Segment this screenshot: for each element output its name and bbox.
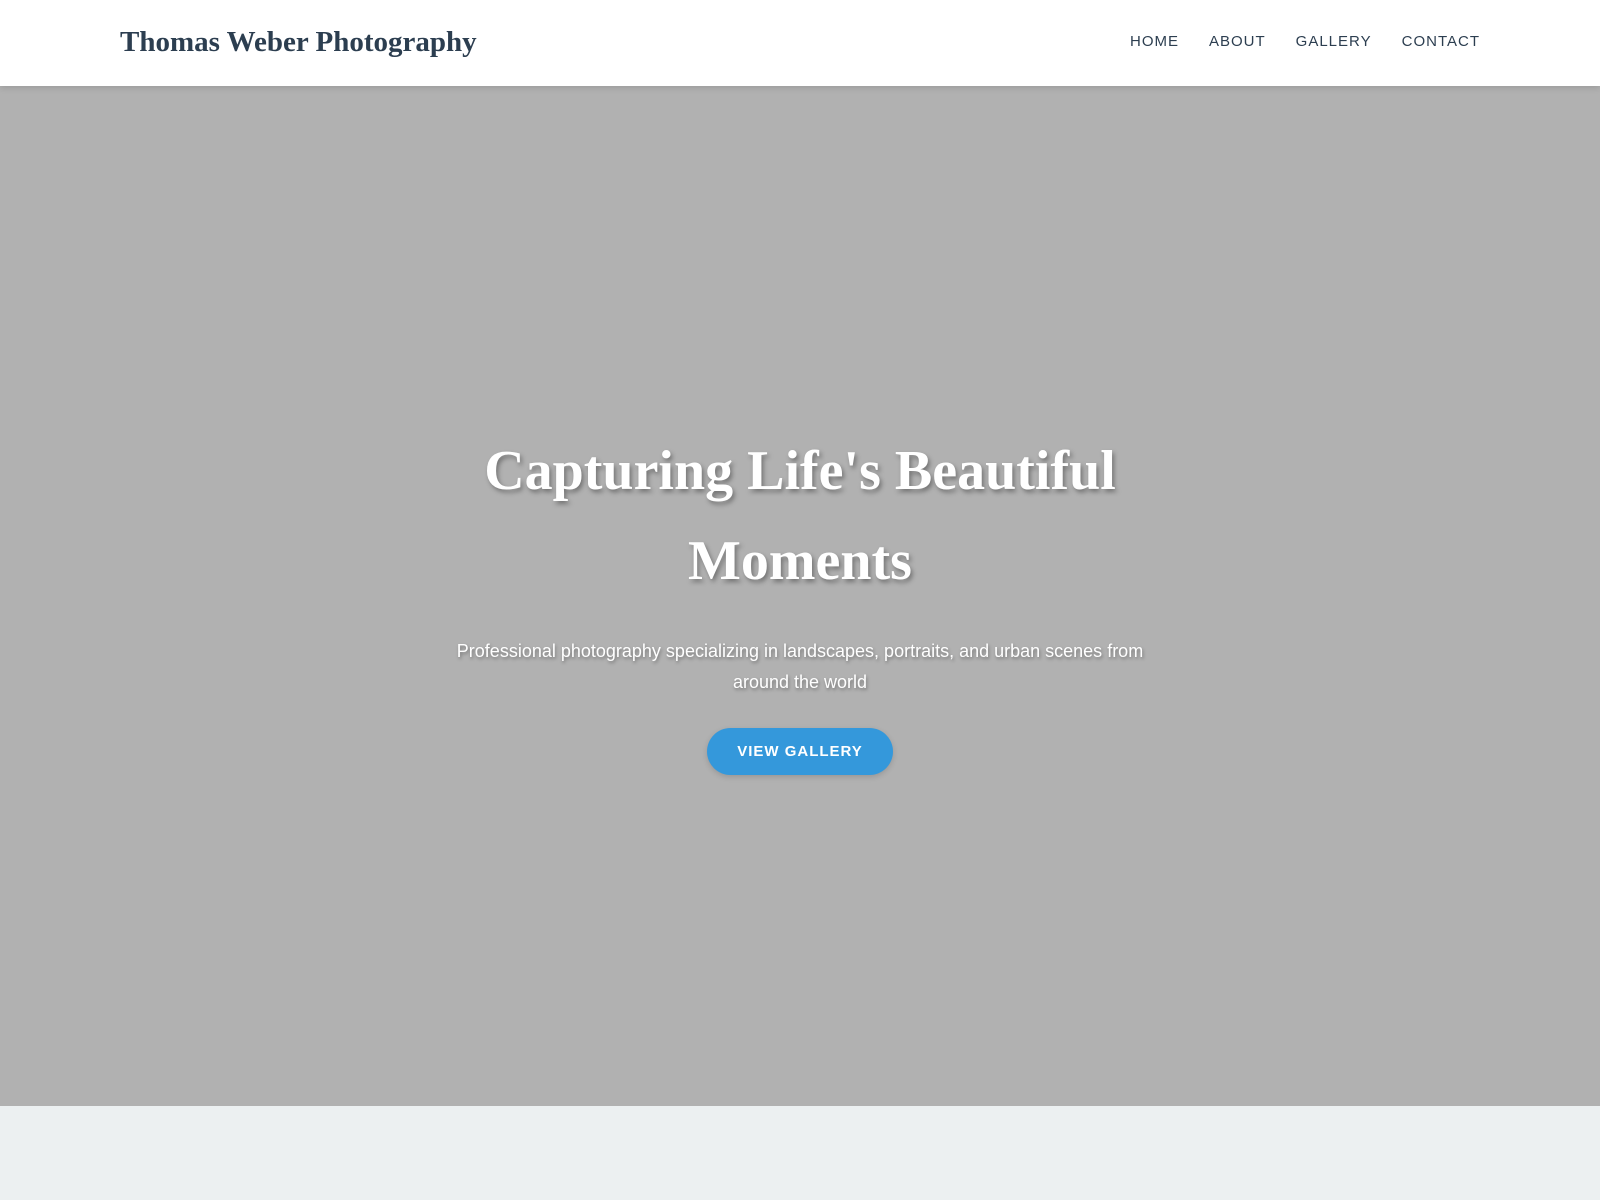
nav-item-contact: CONTACT [1402,31,1480,53]
nav-item-home: HOME [1130,31,1179,53]
hero-subtitle: Professional photography specializing in… [456,641,1144,692]
nav-item-gallery: GALLERY [1296,31,1372,53]
site-brand[interactable]: Thomas Weber Photography [120,24,477,60]
hero-content: Capturing Life's Beautiful Moments Profe… [400,426,1200,775]
hero-section: Capturing Life's Beautiful Moments Profe… [0,86,1600,1106]
nav-item-about: ABOUT [1209,31,1266,53]
nav-link-gallery[interactable]: GALLERY [1296,33,1372,50]
view-gallery-button[interactable]: VIEW GALLERY [707,728,893,775]
main-nav: HOME ABOUT GALLERY CONTACT [1130,31,1480,53]
hero-title: Capturing Life's Beautiful Moments [484,440,1116,592]
content-section [0,1106,1600,1200]
site-header: Thomas Weber Photography HOME ABOUT GALL… [0,0,1600,86]
nav-link-about[interactable]: ABOUT [1209,33,1266,50]
nav-link-home[interactable]: HOME [1130,33,1179,50]
nav-link-contact[interactable]: CONTACT [1402,33,1480,50]
